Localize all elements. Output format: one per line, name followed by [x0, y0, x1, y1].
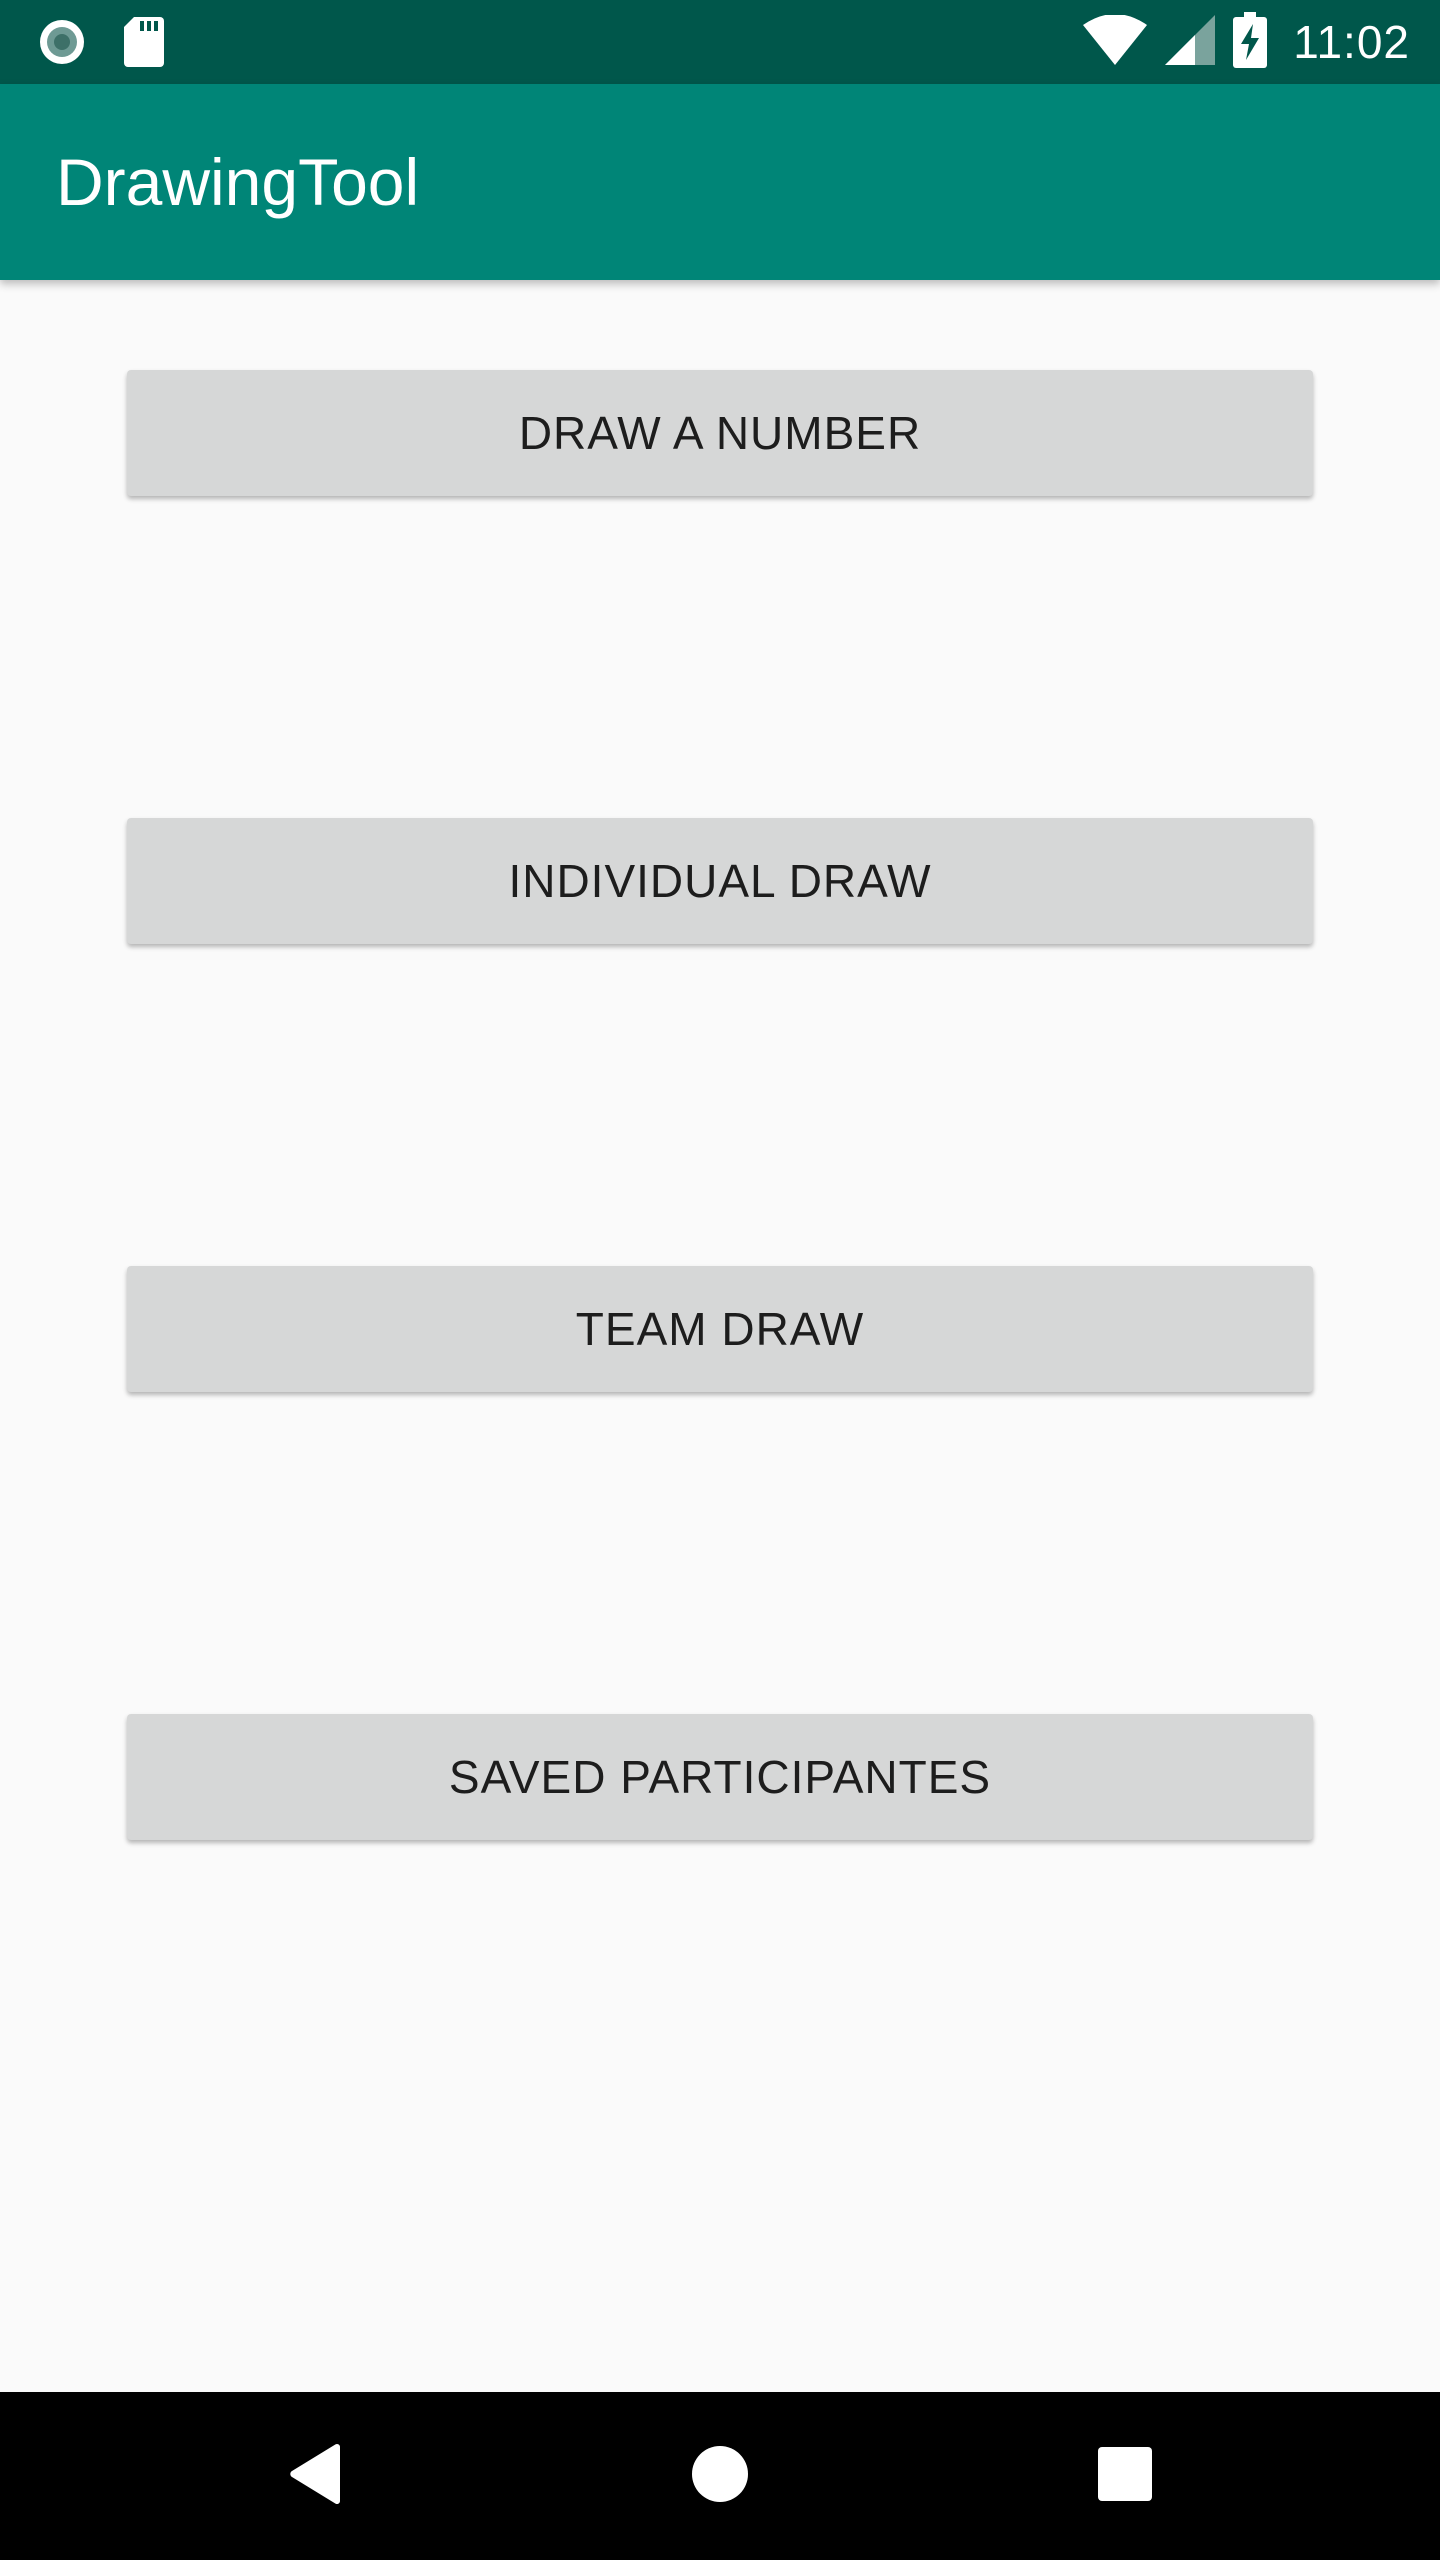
- sd-card-icon: [124, 17, 164, 72]
- status-bar: 11:02: [0, 0, 1440, 84]
- cellular-signal-icon: [1165, 14, 1216, 70]
- app-title: DrawingTool: [56, 145, 420, 219]
- battery-charging-icon: [1233, 11, 1268, 73]
- individual-draw-button[interactable]: INDIVIDUAL DRAW: [127, 818, 1313, 944]
- draw-a-number-button[interactable]: DRAW A NUMBER: [127, 370, 1313, 496]
- back-icon: [288, 2443, 344, 2510]
- notification-circle-icon: [36, 16, 88, 73]
- status-right-icons: 11:02: [1083, 0, 1410, 84]
- back-button[interactable]: [232, 2392, 400, 2560]
- team-draw-button[interactable]: TEAM DRAW: [127, 1266, 1313, 1392]
- recents-icon: [1098, 2446, 1152, 2506]
- home-icon: [691, 2445, 749, 2508]
- main-content: DRAW A NUMBER INDIVIDUAL DRAW TEAM DRAW …: [0, 280, 1440, 2392]
- home-button[interactable]: [636, 2392, 804, 2560]
- saved-participantes-button[interactable]: SAVED PARTICIPANTES: [127, 1714, 1313, 1840]
- status-left-icons: [36, 16, 164, 73]
- navigation-bar: [0, 2392, 1440, 2560]
- wifi-icon: [1083, 13, 1148, 70]
- status-clock: 11:02: [1293, 16, 1410, 68]
- app-bar: DrawingTool: [0, 84, 1440, 280]
- recents-button[interactable]: [1041, 2392, 1209, 2560]
